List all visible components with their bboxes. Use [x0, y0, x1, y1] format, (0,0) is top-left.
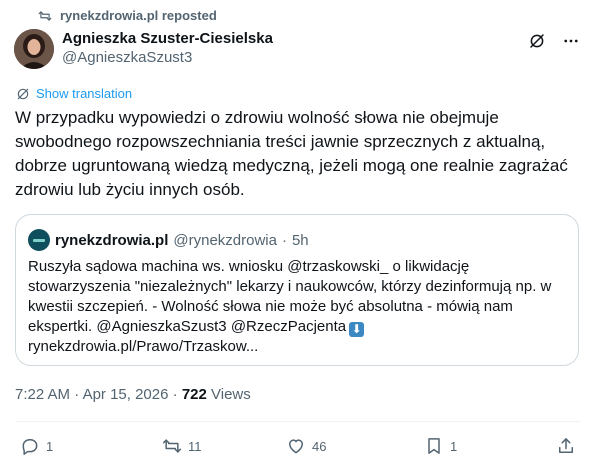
reply-button[interactable]: 1 — [20, 436, 53, 456]
tweet-text: W przypadku wypowiedzi o zdrowiu wolność… — [15, 106, 585, 202]
reply-count: 1 — [46, 438, 54, 454]
repost-button[interactable]: 11 — [162, 436, 202, 456]
quoted-time[interactable]: 5h — [292, 232, 309, 249]
show-translation-link[interactable]: Show translation — [16, 86, 132, 101]
quoted-text-line: kwestii szczepień. - Wolność słowa nie m… — [28, 298, 513, 315]
down-arrow-emoji-icon: ⬇ — [349, 322, 365, 337]
quoted-text-line-with-emoji: ekspertki. @AgnieszkaSzust3 @RzeczPacjen… — [28, 317, 568, 337]
quoted-tweet-header: rynekzdrowia.pl @rynekzdrowia · 5h — [28, 229, 309, 251]
repost-text: rynekzdrowia.pl reposted — [60, 8, 217, 23]
bookmark-button[interactable]: 1 — [424, 436, 457, 456]
repost-icon — [38, 10, 52, 21]
tweet-page: rynekzdrowia.pl reposted Agnieszka Szust… — [0, 0, 596, 470]
globe-icon — [17, 88, 29, 99]
views-count: 722 — [181, 386, 207, 403]
quoted-text-line: ekspertki. @AgnieszkaSzust3 @RzeczPacjen… — [28, 318, 347, 335]
bookmark-count: 1 — [450, 438, 458, 454]
divider — [15, 421, 581, 422]
tweet-date[interactable]: Apr 15, 2026 — [83, 386, 169, 403]
quoted-avatar[interactable] — [28, 229, 50, 251]
quoted-text-line: Ruszyła sądowa machina ws. wniosku @trza… — [28, 258, 470, 275]
avatar[interactable] — [14, 29, 54, 69]
like-count: 46 — [312, 438, 327, 454]
meta-separator: · — [74, 386, 80, 403]
quoted-link[interactable]: rynekzdrowia.pl/Prawo/Trzaskow... — [28, 337, 568, 357]
share-button[interactable] — [556, 436, 576, 456]
show-translation-label[interactable]: Show translation — [36, 86, 132, 101]
heart-icon — [289, 439, 303, 454]
quoted-separator: · — [281, 231, 287, 249]
quoted-text-line: stowarzyszenia "niezależnych" lekarzy i … — [28, 278, 552, 295]
reply-icon — [22, 439, 38, 455]
more-options-icon[interactable] — [562, 32, 580, 50]
tweet-top-actions — [528, 32, 580, 50]
quoted-author-name[interactable]: rynekzdrowia.pl — [55, 232, 168, 249]
author-name[interactable]: Agnieszka Szuster-Ciesielska — [62, 29, 273, 48]
meta-separator: · — [172, 386, 178, 403]
bookmark-icon — [428, 438, 440, 454]
tweet-text-line: swobodnego rozpowszechniania treści jawn… — [15, 132, 546, 151]
quoted-author-handle[interactable]: @rynekzdrowia — [173, 232, 277, 249]
avatar-image — [14, 29, 54, 69]
tweet-time[interactable]: 7:22 AM — [15, 386, 70, 403]
like-button[interactable]: 46 — [286, 436, 326, 456]
repost-indicator[interactable]: rynekzdrowia.pl reposted — [38, 8, 217, 23]
grok-icon[interactable] — [528, 32, 546, 50]
tweet-text-line: zdrowiu lub życiu innych osób. — [15, 180, 245, 199]
quoted-tweet-text: Ruszyła sądowa machina ws. wniosku @trza… — [28, 257, 568, 357]
repost-icon — [162, 439, 182, 453]
tweet-text-line: dobrze ugruntowaną wiedzą medyczną, jeże… — [15, 156, 568, 175]
views-label: Views — [211, 386, 251, 403]
repost-count: 11 — [188, 438, 202, 454]
quoted-tweet[interactable]: rynekzdrowia.pl @rynekzdrowia · 5h Ruszy… — [15, 214, 579, 366]
tweet-text-line: W przypadku wypowiedzi o zdrowiu wolność… — [15, 108, 499, 127]
author-handle[interactable]: @AgnieszkaSzust3 — [62, 48, 273, 68]
tweet-actions-bar: 1 11 46 1 — [20, 436, 580, 458]
tweet-meta: 7:22 AM · Apr 15, 2026 · 722 Views — [15, 386, 251, 403]
author-block[interactable]: Agnieszka Szuster-Ciesielska @AgnieszkaS… — [62, 29, 273, 68]
share-icon — [559, 438, 573, 453]
